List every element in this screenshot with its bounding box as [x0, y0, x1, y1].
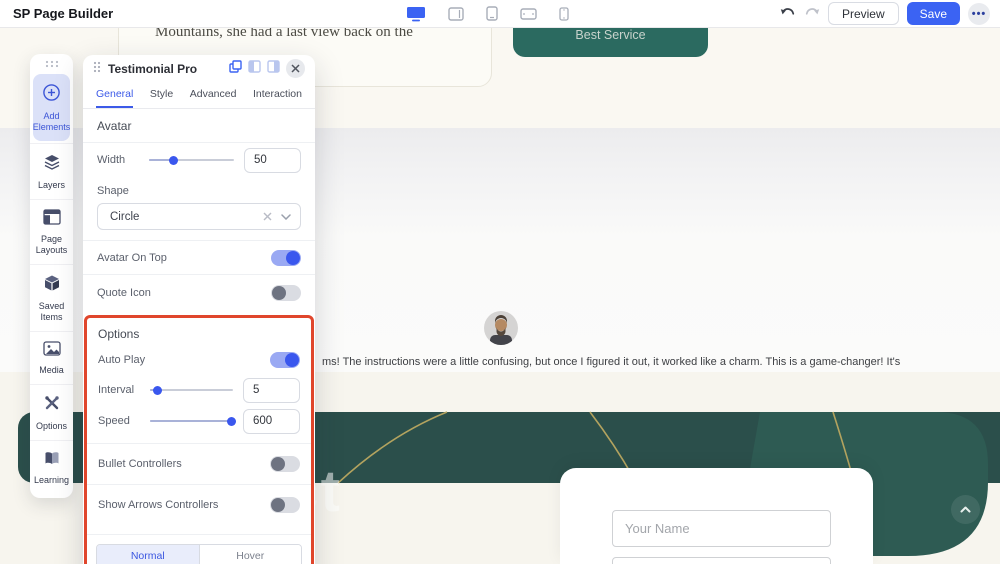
viewport-small-mobile-icon[interactable]	[559, 7, 569, 21]
chevron-up-icon	[960, 506, 971, 513]
save-button[interactable]: Save	[907, 2, 960, 25]
speed-slider[interactable]	[150, 420, 233, 422]
viewport-switcher	[406, 0, 569, 27]
panel-header-icons	[229, 59, 305, 78]
dock-left-icon[interactable]	[248, 60, 261, 78]
quote-icon-row: Quote Icon	[83, 275, 315, 311]
viewport-tablet-icon[interactable]	[448, 7, 464, 21]
sidebar-item-media[interactable]: Media	[30, 331, 73, 384]
sidebar-item-saved-items[interactable]: Saved Items	[30, 264, 73, 331]
top-toolbar: SP Page Builder	[0, 0, 1000, 28]
avatar-section-heading: Avatar	[83, 109, 315, 143]
state-tabs-wrap: Normal Hover	[87, 534, 311, 564]
bullet-controllers-row: Bullet Controllers	[87, 444, 311, 484]
app-title: SP Page Builder	[13, 6, 113, 21]
avatar-on-top-toggle[interactable]	[271, 250, 301, 266]
arrows-controllers-row: Show Arrows Controllers	[87, 485, 311, 525]
avatar-on-top-row: Avatar On Top	[83, 241, 315, 274]
saved-items-icon	[43, 274, 61, 297]
arrows-controllers-toggle[interactable]	[270, 497, 300, 513]
toolbar-actions: Preview Save •••	[780, 0, 990, 27]
panel-tabs: General Style Advanced Interaction	[83, 82, 315, 109]
bullet-controllers-toggle[interactable]	[270, 456, 300, 472]
auto-play-label: Auto Play	[98, 354, 270, 366]
media-icon	[43, 341, 61, 361]
scroll-to-top-button[interactable]	[951, 495, 980, 524]
interval-value-input[interactable]	[243, 378, 300, 403]
layers-icon	[43, 153, 61, 176]
interval-slider[interactable]	[150, 389, 233, 391]
add-elements-icon	[42, 83, 61, 107]
options-highlight-box: Options Auto Play Interval Speed	[84, 315, 314, 564]
your-name-input[interactable]	[612, 510, 831, 547]
speed-row: Speed	[87, 405, 311, 437]
builder-sidebar: Add Elements Layers Page Layouts Saved I…	[30, 54, 73, 498]
testimonial-pro-settings-panel: Testimonial Pro General Style Advanced	[83, 55, 315, 564]
options-section-heading: Options	[87, 318, 311, 345]
viewport-mobile-icon[interactable]	[486, 6, 498, 21]
tab-style[interactable]: Style	[150, 82, 173, 108]
redo-icon[interactable]	[804, 5, 820, 23]
bullet-controllers-label: Bullet Controllers	[98, 458, 270, 470]
interval-row: Interval	[87, 375, 311, 405]
panel-title: Testimonial Pro	[108, 62, 222, 76]
quote-icon-label: Quote Icon	[97, 287, 271, 299]
speed-label: Speed	[98, 415, 150, 427]
page-layouts-icon	[43, 209, 61, 230]
auto-play-row: Auto Play	[87, 345, 311, 375]
width-label: Width	[97, 154, 149, 166]
shape-select[interactable]: Circle	[97, 203, 301, 230]
speed-value-input[interactable]	[243, 409, 300, 434]
sidebar-item-page-layouts[interactable]: Page Layouts	[30, 199, 73, 264]
testimonial-avatar	[484, 311, 518, 345]
close-panel-button[interactable]	[286, 59, 305, 78]
viewport-landscape-icon[interactable]	[520, 8, 537, 20]
tab-advanced[interactable]: Advanced	[190, 82, 237, 108]
dock-right-icon[interactable]	[267, 60, 280, 78]
viewport-desktop-icon[interactable]	[406, 6, 426, 22]
width-value-input[interactable]	[244, 148, 301, 173]
avatar-width-row: Width	[83, 143, 315, 177]
contact-form-card	[560, 468, 873, 564]
sidebar-item-add-elements[interactable]: Add Elements	[33, 74, 70, 141]
page-builder-app: Mountains, she had a last view back on t…	[0, 0, 1000, 564]
avatar-on-top-label: Avatar On Top	[97, 252, 271, 264]
interval-label: Interval	[98, 384, 150, 396]
quote-icon-toggle[interactable]	[271, 285, 301, 301]
sidebar-item-learning[interactable]: Learning	[30, 440, 73, 494]
panel-drag-handle-icon[interactable]	[93, 60, 101, 78]
panel-header: Testimonial Pro	[83, 55, 315, 82]
shape-selected-value: Circle	[110, 211, 263, 223]
sidebar-item-options[interactable]: Options	[30, 384, 73, 440]
auto-play-toggle[interactable]	[270, 352, 300, 368]
sidebar-item-layers[interactable]: Layers	[30, 143, 73, 199]
undo-icon[interactable]	[780, 5, 796, 23]
width-slider[interactable]	[149, 159, 234, 161]
close-icon	[291, 64, 300, 73]
tab-general[interactable]: General	[96, 82, 133, 108]
more-options-button[interactable]: •••	[968, 3, 990, 25]
clear-selection-icon[interactable]	[263, 212, 272, 221]
tab-interaction[interactable]: Interaction	[253, 82, 302, 108]
options-tools-icon	[43, 394, 61, 417]
testimonial-line1: ms! The instructions were a little confu…	[322, 356, 900, 368]
sidebar-drag-handle-icon[interactable]	[30, 54, 73, 72]
shape-label: Shape	[83, 177, 315, 199]
arrows-controllers-label: Show Arrows Controllers	[98, 499, 270, 511]
second-form-input[interactable]	[612, 557, 831, 564]
state-tab-hover[interactable]: Hover	[200, 545, 302, 564]
learning-book-icon	[43, 450, 61, 471]
chevron-down-icon	[281, 214, 291, 220]
state-tabs: Normal Hover	[96, 544, 302, 564]
copy-element-icon[interactable]	[229, 60, 242, 78]
state-tab-normal[interactable]: Normal	[97, 545, 200, 564]
preview-button[interactable]: Preview	[828, 2, 899, 25]
